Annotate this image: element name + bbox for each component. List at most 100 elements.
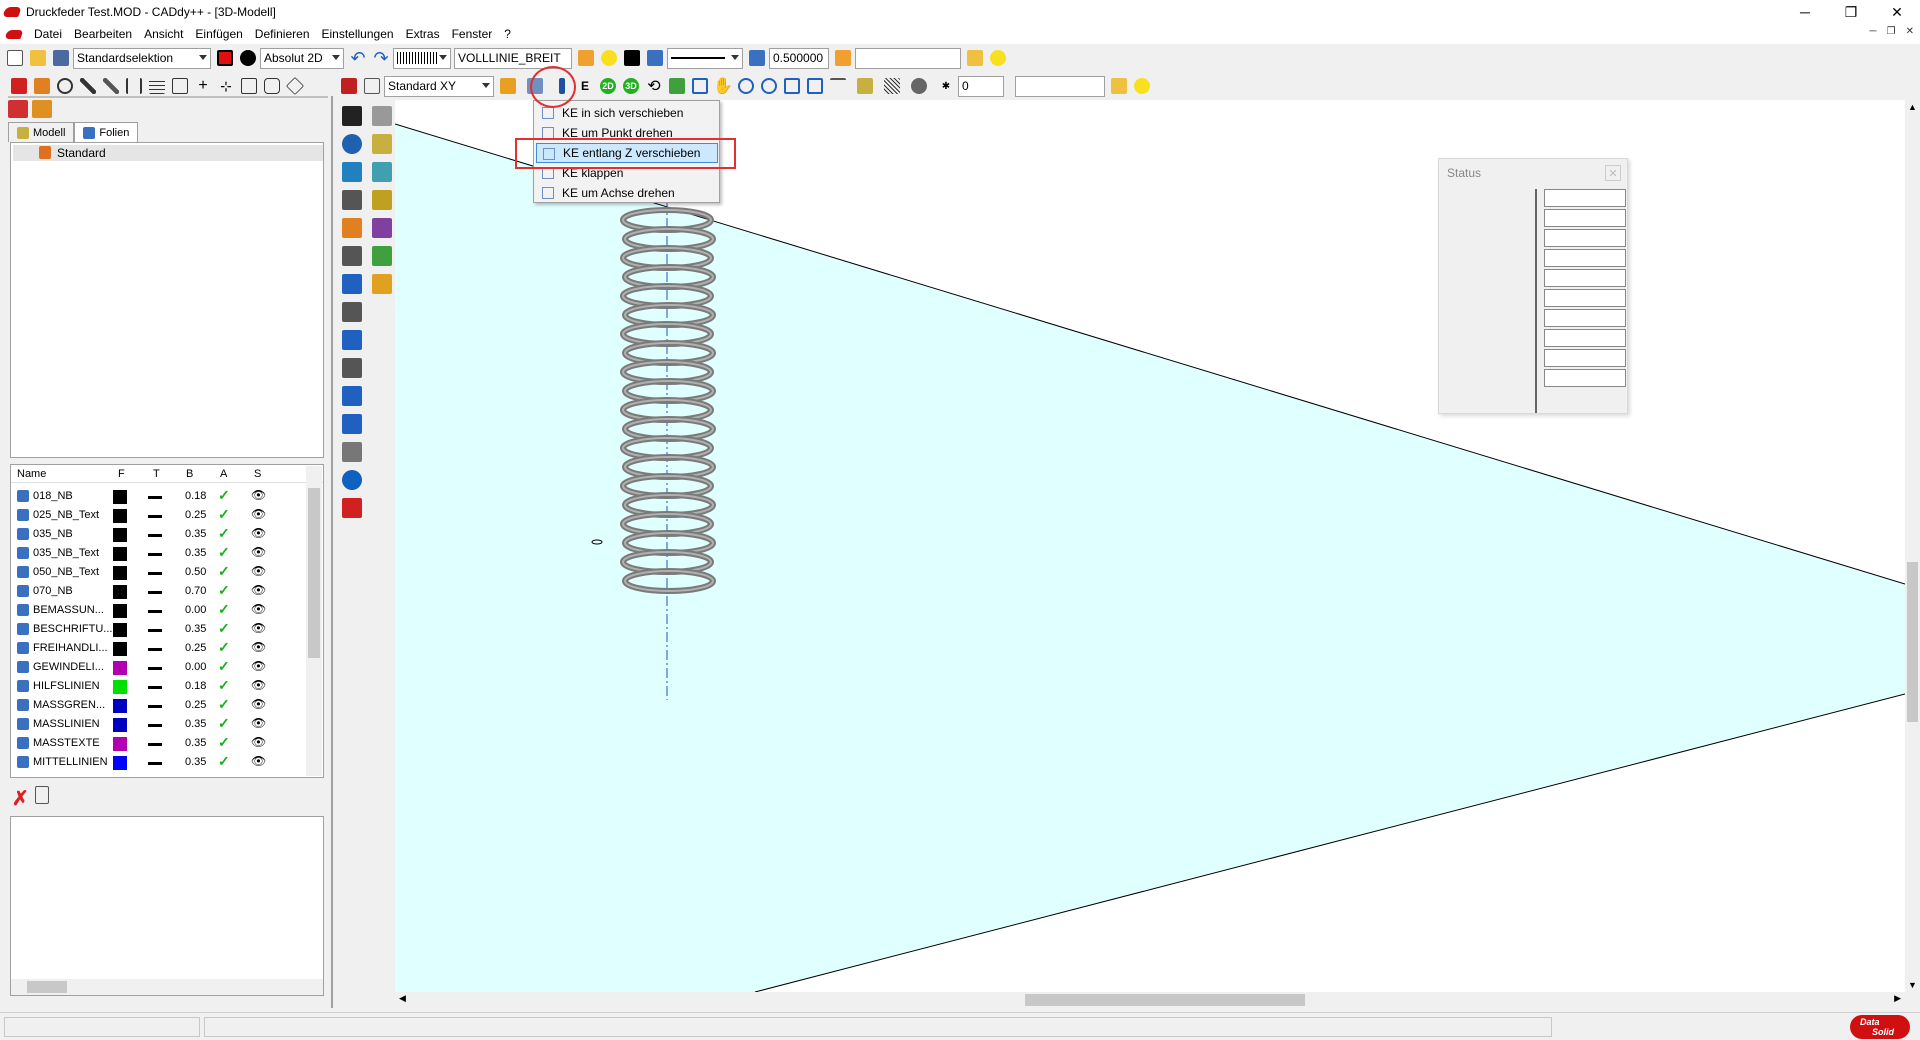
layer-linetype[interactable] (148, 705, 162, 708)
layer-linetype[interactable] (148, 743, 162, 746)
active-check-icon[interactable]: ✓ (218, 620, 230, 637)
active-check-icon[interactable]: ✓ (218, 582, 230, 599)
cube-tool-icon[interactable] (284, 75, 306, 97)
layer-color-swatch[interactable] (113, 756, 127, 770)
text-tool-icon[interactable] (342, 414, 362, 434)
layer-linetype[interactable] (148, 610, 162, 613)
rotate-tool-icon[interactable] (342, 274, 362, 294)
scroll-left-icon[interactable]: ◀ (399, 993, 406, 1004)
box-solid-icon[interactable] (372, 134, 392, 154)
layer-color-swatch[interactable] (113, 509, 127, 523)
open-file-button[interactable] (27, 47, 49, 69)
col-t[interactable]: T (153, 468, 160, 480)
active-check-icon[interactable]: ✓ (218, 677, 230, 694)
maximize-button[interactable]: ❐ (1828, 0, 1874, 24)
panel-splitter[interactable] (331, 96, 333, 1008)
redo-button[interactable]: ↷ (370, 47, 392, 69)
active-check-icon[interactable]: ✓ (218, 544, 230, 561)
layer-row[interactable]: HILFSLINIEN 0.18 ✓ 👁 (11, 677, 311, 696)
layer-color-swatch[interactable] (113, 528, 127, 542)
menu-einstellungen[interactable]: Einstellungen (316, 27, 400, 41)
layer-color-swatch[interactable] (113, 642, 127, 656)
spring-model[interactable] (620, 207, 716, 594)
folder-icon[interactable] (964, 47, 986, 69)
home-view-icon[interactable] (666, 75, 688, 97)
box-tool-icon[interactable] (238, 75, 260, 97)
cylinder-tool-icon[interactable] (372, 162, 392, 182)
col-f[interactable]: F (118, 468, 125, 480)
bulb-icon-2[interactable] (987, 47, 1009, 69)
document-icon[interactable] (4, 29, 24, 39)
layer-color-swatch[interactable] (113, 547, 127, 561)
layer-scroll-thumb[interactable] (308, 488, 320, 658)
select-pen-icon[interactable] (372, 106, 392, 126)
active-check-icon[interactable]: ✓ (218, 715, 230, 732)
sizer-tool-icon[interactable] (261, 75, 283, 97)
line-style-select[interactable] (667, 47, 743, 69)
menu-fenster[interactable]: Fenster (446, 27, 499, 41)
shade-cube-icon[interactable] (850, 75, 880, 97)
pencil-tool-icon[interactable] (342, 218, 362, 238)
ke-tool-icon[interactable] (497, 75, 519, 97)
col-name[interactable]: Name (17, 468, 46, 480)
bulb-icon-3[interactable] (1131, 75, 1153, 97)
dim-tool-icon[interactable] (123, 75, 145, 97)
visibility-eye-icon[interactable]: 👁 (251, 678, 266, 692)
layer-row[interactable]: MASSLINIEN 0.35 ✓ 👁 (11, 715, 311, 734)
plane-icon[interactable] (827, 75, 849, 97)
circle-tool-icon[interactable] (54, 75, 76, 97)
bulb-icon[interactable] (598, 47, 620, 69)
layer-row[interactable]: FREIHANDLI... 0.25 ✓ 👁 (11, 639, 311, 658)
menu-definieren[interactable]: Definieren (249, 27, 316, 41)
viewport-hscroll-thumb[interactable] (1025, 994, 1305, 1006)
layer-count-stepper[interactable]: 0 (958, 75, 1004, 97)
menu-einfuegen[interactable]: Einfügen (189, 27, 248, 41)
line-tool-icon[interactable]: ⊹ (215, 75, 237, 97)
mdi-close-button[interactable]: ✕ (1906, 26, 1914, 37)
edit-tool-icon[interactable] (100, 75, 122, 97)
layer-linetype[interactable] (148, 515, 162, 518)
layer-linetype[interactable] (148, 629, 162, 632)
zoom-all-icon[interactable] (781, 75, 803, 97)
layer-color-swatch[interactable] (113, 737, 127, 751)
layer-linetype[interactable] (148, 648, 162, 651)
layer-row[interactable]: BESCHRIFTU... 0.35 ✓ 👁 (11, 620, 311, 639)
selection-mode-select[interactable]: Standardselektion (73, 47, 211, 69)
cross-tool-icon[interactable]: + (192, 75, 214, 97)
layer-linetype[interactable] (148, 553, 162, 556)
layer-row[interactable]: MITTELLINIEN 0.35 ✓ 👁 (11, 753, 311, 772)
tree-item-standard[interactable]: Standard (13, 145, 323, 161)
layer-row[interactable]: BEMASSUN... 0.00 ✓ 👁 (11, 601, 311, 620)
visibility-eye-icon[interactable]: 👁 (251, 507, 266, 521)
surface-tool-icon[interactable] (372, 246, 392, 266)
menu-extras[interactable]: Extras (400, 27, 446, 41)
dropdown-item-1[interactable]: KE in sich verschieben (536, 103, 718, 123)
viewport-vscroll-thumb[interactable] (1907, 562, 1918, 722)
active-check-icon[interactable]: ✓ (218, 696, 230, 713)
menu-datei[interactable]: Datei (28, 27, 68, 41)
trim-tool-icon[interactable] (169, 75, 191, 97)
layer-stack-icon[interactable] (644, 47, 666, 69)
properties-hscroll[interactable] (11, 979, 323, 995)
visibility-eye-icon[interactable]: 👁 (251, 545, 266, 559)
panel-tool-1[interactable] (8, 75, 30, 97)
eraser-icon[interactable] (342, 498, 362, 518)
mdi-minimize-button[interactable]: ─ (1870, 26, 1877, 37)
close-button[interactable]: ✕ (1874, 0, 1920, 24)
viewport-hscroll[interactable]: ◀ ▶ (395, 992, 1905, 1008)
dropdown-item-5[interactable]: KE um Achse drehen (536, 183, 718, 203)
tab-folien[interactable]: Folien (74, 122, 139, 142)
status-close-button[interactable]: ✕ (1605, 165, 1621, 181)
layer-row[interactable]: GEWINDELI... 0.00 ✓ 👁 (11, 658, 311, 677)
active-check-icon[interactable]: ✓ (218, 753, 230, 770)
layer-row[interactable]: MASSTEXTE 0.35 ✓ 👁 (11, 734, 311, 753)
col-b[interactable]: B (186, 468, 193, 480)
view-select[interactable]: Standard XY (384, 75, 494, 97)
mdi-restore-button[interactable]: ❐ (1887, 26, 1896, 37)
layer-scrollbar[interactable] (306, 466, 322, 776)
visibility-eye-icon[interactable]: 👁 (251, 564, 266, 578)
layer-linetype[interactable] (148, 496, 162, 499)
extrude-tool-icon[interactable] (372, 218, 392, 238)
layer-color-swatch[interactable] (113, 604, 127, 618)
layer-row[interactable]: 018_NB 0.18 ✓ 👁 (11, 487, 311, 506)
